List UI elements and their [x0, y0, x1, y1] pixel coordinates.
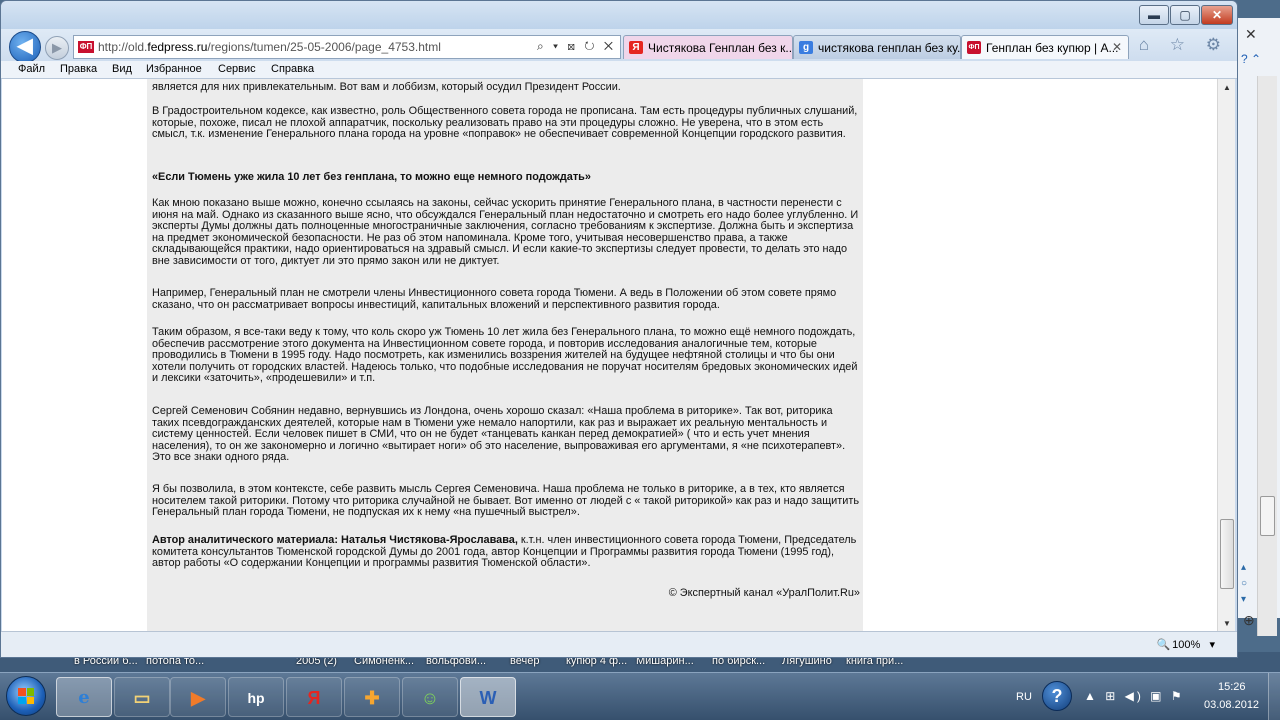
minimize-button[interactable]: ▬ — [1139, 5, 1169, 25]
show-desktop-button[interactable] — [1268, 673, 1280, 720]
clock-date[interactable]: 03.08.2012 — [1204, 699, 1259, 711]
messenger-taskbar-button[interactable]: ☺ — [402, 677, 458, 717]
app-taskbar-button[interactable]: ✚ — [344, 677, 400, 717]
close-button[interactable]: ✕ — [1201, 5, 1233, 25]
url-domain: fedpress.ru — [147, 40, 208, 54]
scroll-thumb[interactable] — [1220, 519, 1234, 589]
windows-logo-icon — [18, 688, 34, 704]
fedpress-icon: ФП — [967, 41, 981, 54]
bg-nav-up-icon[interactable]: ▴ — [1241, 562, 1246, 573]
address-url[interactable]: http://old.fedpress.ru/regions/tumen/25-… — [98, 40, 441, 54]
author-info: Автор аналитического материала: Наталья … — [152, 534, 860, 570]
tab-yandex-search[interactable]: Я Чистякова Генплан без к... — [623, 35, 793, 59]
page-scrollbar[interactable]: ▲ ▼ — [1217, 79, 1235, 631]
copyright-line: © Экспертный канал «УралПолит.Ru» — [668, 587, 860, 599]
zoom-control[interactable]: 🔍 100% ▾ — [1156, 638, 1215, 651]
clock-time[interactable]: 15:26 — [1218, 681, 1246, 693]
forward-button[interactable]: ▶ — [45, 36, 69, 60]
article-paragraph: Таким образом, я все-таки веду к тому, ч… — [152, 326, 858, 385]
url-path: /regions/tumen/25-05-2006/page_4753.html — [207, 40, 441, 54]
author-name: Автор аналитического материала: Наталья … — [152, 534, 518, 546]
start-button[interactable] — [6, 676, 46, 716]
menu-tools[interactable]: Сервис — [218, 63, 256, 75]
bg-nav-down-icon[interactable]: ▾ — [1241, 594, 1246, 605]
home-favorites-tools-icons[interactable]: ⌂ ☆ ⚙ — [1139, 35, 1229, 55]
bg-window-scrollbar[interactable] — [1257, 76, 1277, 636]
background-window: ✕ ? ⌃ ▴ ○ ▾ ⊕ — [1236, 18, 1280, 636]
menu-bar: Файл Правка Вид Избранное Сервис Справка — [1, 61, 1237, 79]
tab-google-search[interactable]: g чистякова генплан без ку... — [793, 35, 961, 59]
media-taskbar-button[interactable]: ▶ — [170, 677, 226, 717]
browser-window: ▬ ▢ ✕ ◀ ▶ ФП http://old.fedpress.ru/regi… — [0, 0, 1238, 658]
bg-window-help-icon[interactable]: ? ⌃ — [1241, 52, 1277, 72]
bg-zoom-plus-icon[interactable]: ⊕ — [1243, 612, 1255, 629]
bg-nav-circle-icon[interactable]: ○ — [1241, 578, 1247, 589]
forward-arrow-icon: ▶ — [52, 40, 62, 55]
explorer-taskbar-button[interactable]: ▭ — [114, 677, 170, 717]
tab-close-icon[interactable]: ✕ — [1112, 40, 1122, 54]
tab-label: чистякова генплан без ку... — [818, 41, 961, 55]
bg-window-scroll-thumb[interactable] — [1260, 496, 1275, 536]
ie-icon: e — [78, 687, 90, 708]
url-prefix: http://old. — [98, 40, 148, 54]
hp-icon: hp — [247, 690, 265, 706]
media-player-icon: ▶ — [191, 688, 205, 708]
back-arrow-icon: ◀ — [17, 35, 33, 57]
taskbar: e ▭ ▶ hp Я ✚ ☺ W RU ? ▲ ⊞ ◀) ▣ ⚑ 15:26 0… — [0, 672, 1280, 720]
back-button[interactable]: ◀ — [9, 31, 41, 63]
word-icon: W — [479, 688, 497, 708]
zoom-level: 100% — [1172, 639, 1201, 651]
help-glyph: ? — [1051, 686, 1063, 706]
system-tray-icons[interactable]: ▲ ⊞ ◀) ▣ ⚑ — [1084, 689, 1185, 703]
zoom-icon: 🔍 — [1156, 639, 1171, 651]
article-paragraph: Я бы позволила, в этом контексте, себе р… — [152, 483, 859, 519]
article-paragraph: Как мною показано выше можно, конечно сс… — [152, 197, 859, 267]
folder-icon: ▭ — [133, 688, 151, 708]
menu-favorites[interactable]: Избранное — [146, 63, 202, 75]
google-icon: g — [799, 41, 813, 54]
article-subheading: «Если Тюмень уже жила 10 лет без генплан… — [152, 171, 591, 183]
address-bar[interactable]: ФП http://old.fedpress.ru/regions/tumen/… — [73, 35, 621, 59]
article-paragraph: Сергей Семенович Собянин недавно, вернув… — [152, 405, 846, 464]
scroll-up-icon[interactable]: ▲ — [1223, 83, 1231, 92]
hp-taskbar-button[interactable]: hp — [228, 677, 284, 717]
people-icon: ☺ — [420, 688, 440, 708]
package-icon: ✚ — [364, 688, 380, 708]
site-favicon-icon: ФП — [78, 41, 94, 53]
menu-edit[interactable]: Правка — [60, 63, 97, 75]
tab-label: Чистякова Генплан без к... — [648, 41, 793, 55]
help-icon[interactable]: ? — [1042, 681, 1072, 711]
menu-view[interactable]: Вид — [112, 63, 132, 75]
address-tools-icons[interactable]: ⌕ ▾ ⊠ ↻ ✕ — [537, 39, 616, 54]
page-content[interactable]: является для них привлекательным. Вот ва… — [2, 79, 1217, 631]
yandex-icon: Я — [629, 41, 643, 54]
bg-window-close-icon[interactable]: ✕ — [1245, 26, 1257, 43]
title-bar[interactable]: ▬ ▢ ✕ — [1, 1, 1237, 31]
ie-taskbar-button[interactable]: e — [56, 677, 112, 717]
menu-file[interactable]: Файл — [18, 63, 45, 75]
tab-genplan-active[interactable]: ФП Генплан без купюр | А... ✕ — [961, 35, 1129, 59]
menu-help[interactable]: Справка — [271, 63, 314, 75]
status-bar: 🔍 100% ▾ — [1, 631, 1237, 657]
article-body: является для них привлекательным. Вот ва… — [147, 79, 863, 631]
zoom-dropdown-icon[interactable]: ▾ — [1209, 639, 1215, 651]
article-paragraph: Например, Генеральный план не смотрели ч… — [152, 287, 837, 311]
tab-label: Генплан без купюр | А... — [986, 41, 1119, 55]
scroll-down-icon[interactable]: ▼ — [1223, 619, 1231, 628]
yandex-icon: Я — [307, 688, 321, 708]
navigation-bar: ◀ ▶ ФП http://old.fedpress.ru/regions/tu… — [1, 29, 1237, 63]
language-indicator[interactable]: RU — [1016, 691, 1032, 703]
yandex-taskbar-button[interactable]: Я — [286, 677, 342, 717]
article-paragraph: В Градостроительном кодексе, как известн… — [152, 105, 858, 141]
word-taskbar-button[interactable]: W — [460, 677, 516, 717]
article-paragraph: является для них привлекательным. Вот ва… — [152, 81, 621, 93]
maximize-button[interactable]: ▢ — [1170, 5, 1200, 25]
